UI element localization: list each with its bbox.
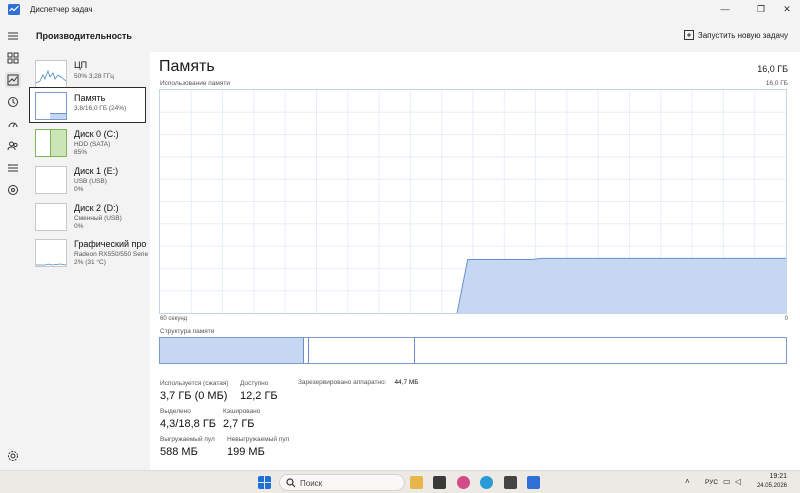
memory-title: Память [159,58,215,75]
committed-value: 4,3/18,8 ГБ [160,418,216,430]
hardware-reserved: Зарезервировано аппаратно: 44,7 МБ [298,379,419,386]
clock-time[interactable]: 19:21 [757,473,787,480]
graph-axis-end: 0 [784,316,788,322]
clock-date[interactable]: 24.05.2026 [745,483,787,489]
disk0-thumbnail [35,129,67,157]
memory-structure-label: Структура памяти [160,328,215,335]
run-new-task-button[interactable]: Запустить новую задачу [683,30,788,40]
paged-pool-label: Выгружаемый пул [160,436,215,443]
volume-icon[interactable]: ◁ [735,477,741,486]
memory-usage-chart [160,90,786,313]
cpu-thumbnail [35,60,67,88]
memory-in-use-segment [160,338,304,363]
menu-icon[interactable] [5,28,21,44]
available-value: 12,2 ГБ [240,390,278,402]
disk2-thumbnail [35,203,67,231]
cached-label: Кэшировано [223,408,261,415]
perf-item-disk-1[interactable]: Диск 1 (E:) USB (USB) 0% [30,163,145,197]
perf-item-detail: 50% 3,28 ГГц [74,73,115,80]
memory-total: 16,0 ГБ [757,64,788,74]
start-icon[interactable] [258,476,271,489]
perf-item-detail: Radeon RX550/550 Serie [74,251,149,258]
memory-structure-bar [159,337,787,364]
perf-item-name: Графический про [74,239,147,249]
language-indicator[interactable]: РУС [705,479,718,486]
run-task-icon [683,30,694,40]
services-icon[interactable] [5,182,21,198]
paged-pool-value: 588 МБ [160,446,198,458]
perf-item-detail: USB (USB) [74,178,107,185]
perf-item-disk-0[interactable]: Диск 0 (C:) HDD (SATA) 85% [30,126,145,160]
task-manager-taskbar-icon[interactable] [527,476,540,489]
task-manager-app-icon [8,4,20,15]
memory-panel: Память 16,0 ГБ Использование памяти 16,0… [150,52,800,470]
history-icon[interactable] [5,94,21,110]
disk1-thumbnail [35,166,67,194]
settings-icon[interactable] [5,448,21,464]
nonpaged-pool-value: 199 МБ [227,446,265,458]
settings-gear-icon[interactable] [504,476,517,489]
hardware-reserved-label: Зарезервировано аппаратно: [298,379,387,386]
available-label: Доступно [240,380,269,387]
perf-item-memory[interactable]: Память 3,8/16,0 ГБ (24%) [29,87,146,123]
users-icon[interactable] [5,138,21,154]
taskbar: Поиск ˄ РУС ▭ ◁ 19:21 24.05.2026 [0,470,800,493]
perf-item-usage: 0% [74,186,84,193]
perf-item-detail: 3,8/16,0 ГБ (24%) [74,105,127,112]
perf-item-detail: HDD (SATA) [74,141,111,148]
hardware-reserved-value: 44,7 МБ [394,379,419,386]
perf-item-gpu[interactable]: Графический про Radeon RX550/550 Serie 2… [30,236,149,270]
page-header: Производительность Запустить новую задач… [26,20,800,52]
performance-sidebar: ЦП 50% 3,28 ГГц Память 3,8/16,0 ГБ (24%)… [26,52,150,470]
cached-value: 2,7 ГБ [223,418,255,430]
perf-item-detail: Сменный (USB) [74,215,122,222]
nonpaged-pool-label: Невыгружаемый пул [227,436,290,443]
window-title: Диспетчер задач [30,5,93,14]
perf-item-name: Диск 2 (D:) [74,203,119,213]
committed-label: Выделено [160,408,191,415]
processes-icon[interactable] [5,50,21,66]
colorful-app-icon[interactable] [457,476,470,489]
performance-icon[interactable] [5,72,21,88]
perf-item-usage: 2% (31 °C) [74,259,106,266]
edge-icon[interactable] [480,476,493,489]
memory-standby-segment [309,338,415,363]
perf-item-cpu[interactable]: ЦП 50% 3,28 ГГц [30,57,145,91]
gpu-thumbnail [35,239,67,267]
maximize-button[interactable]: ❐ [750,2,772,16]
perf-item-usage: 85% [74,149,88,156]
graph-axis-start: 60 секунд [160,316,188,322]
minimize-button[interactable]: — [714,2,736,16]
page-title: Производительность [36,31,132,41]
in-use-value: 3,7 ГБ (0 МБ) [160,390,228,402]
perf-item-usage: 0% [74,223,84,230]
navigation-rail [0,20,26,470]
search-icon [286,478,296,488]
perf-item-name: ЦП [74,60,88,70]
perf-item-disk-2[interactable]: Диск 2 (D:) Сменный (USB) 0% [30,200,145,234]
title-bar: Диспетчер задач — ❐ ✕ [0,0,800,20]
memory-usage-graph [159,89,787,314]
details-icon[interactable] [5,160,21,176]
perf-item-name: Диск 0 (C:) [74,129,119,139]
run-new-task-label: Запустить новую задачу [697,30,788,40]
network-icon[interactable]: ▭ [723,477,731,486]
search-placeholder: Поиск [300,479,323,488]
close-button[interactable]: ✕ [776,2,798,16]
perf-item-name: Память [74,93,106,103]
store-icon[interactable] [433,476,446,489]
in-use-label: Используется (сжатая) [160,380,229,387]
usage-graph-max: 16,0 ГБ [765,80,788,87]
startup-icon[interactable] [5,116,21,132]
perf-item-name: Диск 1 (E:) [74,166,119,176]
usage-graph-label: Использование памяти [160,80,230,87]
memory-thumbnail [35,92,67,120]
file-explorer-icon[interactable] [410,476,423,489]
taskbar-search[interactable]: Поиск [279,474,405,491]
chevron-up-icon[interactable]: ˄ [685,477,690,486]
